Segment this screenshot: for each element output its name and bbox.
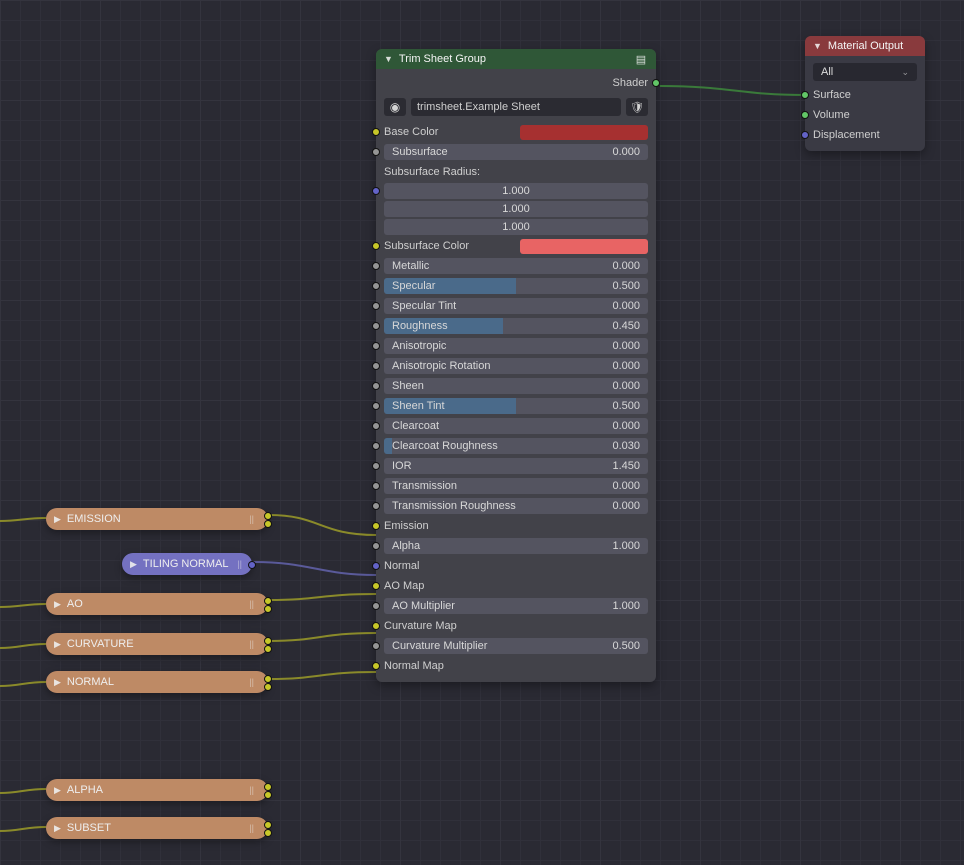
emission-input[interactable]: Emission bbox=[376, 516, 656, 536]
param-anisotropic-rotation[interactable]: Anisotropic Rotation0.000 bbox=[376, 356, 656, 376]
param-field[interactable]: Metallic0.000 bbox=[384, 258, 648, 274]
param-field[interactable]: IOR1.450 bbox=[384, 458, 648, 474]
subsurface-radius-y[interactable]: 1.000 bbox=[384, 201, 648, 217]
subsurface-radius-label: Subsurface Radius: bbox=[376, 162, 656, 182]
node-title: Material Output bbox=[828, 40, 903, 52]
trim-sheet-group-node[interactable]: ▼ Trim Sheet Group ▤ Shader ◉ trimsheet.… bbox=[376, 49, 656, 682]
datablock-name[interactable]: trimsheet.Example Sheet bbox=[411, 98, 621, 116]
param-field[interactable]: Specular0.500 bbox=[384, 278, 648, 294]
expand-icon[interactable]: ▶ bbox=[54, 599, 61, 610]
chevron-down-icon: ⌄ bbox=[901, 67, 909, 78]
curvature-multiplier-field[interactable]: Curvature Multiplier 0.500 bbox=[384, 638, 648, 654]
curvature-node[interactable]: ▶ CURVATURE || bbox=[46, 633, 268, 655]
node-header[interactable]: ▼ Trim Sheet Group ▤ bbox=[376, 49, 656, 69]
alpha-input[interactable]: Alpha 1.000 bbox=[376, 536, 656, 556]
param-field[interactable]: Anisotropic0.000 bbox=[384, 338, 648, 354]
target-select[interactable]: All ⌄ bbox=[813, 63, 917, 81]
emission-node[interactable]: ▶ EMISSION || bbox=[46, 508, 268, 530]
curvature-map-input[interactable]: Curvature Map bbox=[376, 616, 656, 636]
param-field[interactable]: Transmission Roughness0.000 bbox=[384, 498, 648, 514]
param-clearcoat-roughness[interactable]: Clearcoat Roughness0.030 bbox=[376, 436, 656, 456]
param-ior[interactable]: IOR1.450 bbox=[376, 456, 656, 476]
expand-icon[interactable]: ▶ bbox=[54, 639, 61, 650]
expand-icon[interactable]: ▶ bbox=[54, 785, 61, 796]
param-field[interactable]: Specular Tint0.000 bbox=[384, 298, 648, 314]
normal-map-input[interactable]: Normal Map bbox=[376, 656, 656, 676]
displacement-input[interactable]: Displacement bbox=[805, 125, 925, 145]
expand-icon[interactable]: ▶ bbox=[54, 823, 61, 834]
ao-node[interactable]: ▶ AO || bbox=[46, 593, 268, 615]
base-color-swatch[interactable] bbox=[520, 125, 648, 140]
alpha-field[interactable]: Alpha 1.000 bbox=[384, 538, 648, 554]
param-transmission-roughness[interactable]: Transmission Roughness0.000 bbox=[376, 496, 656, 516]
param-field[interactable]: Sheen0.000 bbox=[384, 378, 648, 394]
nodegroup-datablock[interactable]: ◉ trimsheet.Example Sheet 🛡 bbox=[384, 96, 648, 118]
subsurface-radius-x[interactable]: 1.000 bbox=[384, 183, 648, 199]
tiling-normal-node[interactable]: ▶ TILING NORMAL || bbox=[122, 553, 252, 575]
ao-map-input[interactable]: AO Map bbox=[376, 576, 656, 596]
curvature-multiplier-input[interactable]: Curvature Multiplier 0.500 bbox=[376, 636, 656, 656]
param-field[interactable]: Transmission0.000 bbox=[384, 478, 648, 494]
subsurface-input[interactable]: Subsurface 0.000 bbox=[376, 142, 656, 162]
node-title: Trim Sheet Group bbox=[399, 53, 486, 65]
param-roughness[interactable]: Roughness0.450 bbox=[376, 316, 656, 336]
param-field[interactable]: Clearcoat Roughness0.030 bbox=[384, 438, 648, 454]
param-metallic[interactable]: Metallic0.000 bbox=[376, 256, 656, 276]
subsurface-color-input[interactable]: Subsurface Color bbox=[376, 236, 656, 256]
material-output-node[interactable]: ▼ Material Output All ⌄ Surface Volume D… bbox=[805, 36, 925, 151]
subsurface-radius-z[interactable]: 1.000 bbox=[384, 219, 648, 235]
expand-icon[interactable]: ▶ bbox=[54, 514, 61, 525]
param-transmission[interactable]: Transmission0.000 bbox=[376, 476, 656, 496]
base-color-input[interactable]: Base Color bbox=[376, 122, 656, 142]
param-clearcoat[interactable]: Clearcoat0.000 bbox=[376, 416, 656, 436]
nodetree-icon[interactable]: ◉ bbox=[384, 98, 406, 116]
node-options-icon[interactable]: ▤ bbox=[634, 53, 648, 66]
param-specular[interactable]: Specular0.500 bbox=[376, 276, 656, 296]
alpha-node[interactable]: ▶ ALPHA || bbox=[46, 779, 268, 801]
param-specular-tint[interactable]: Specular Tint0.000 bbox=[376, 296, 656, 316]
collapse-icon[interactable]: ▼ bbox=[384, 54, 393, 64]
subsurface-color-swatch[interactable] bbox=[520, 239, 648, 254]
param-sheen[interactable]: Sheen0.000 bbox=[376, 376, 656, 396]
param-field[interactable]: Roughness0.450 bbox=[384, 318, 648, 334]
param-field[interactable]: Anisotropic Rotation0.000 bbox=[384, 358, 648, 374]
param-field[interactable]: Sheen Tint0.500 bbox=[384, 398, 648, 414]
volume-input[interactable]: Volume bbox=[805, 105, 925, 125]
normal-input[interactable]: Normal bbox=[376, 556, 656, 576]
select-value: All bbox=[821, 66, 833, 78]
collapse-icon[interactable]: ▼ bbox=[813, 41, 822, 51]
expand-icon[interactable]: ▶ bbox=[130, 559, 137, 570]
fake-user-icon[interactable]: 🛡 bbox=[626, 98, 648, 116]
normal-node[interactable]: ▶ NORMAL || bbox=[46, 671, 268, 693]
subsurface-field[interactable]: Subsurface 0.000 bbox=[384, 144, 648, 160]
ao-multiplier-input[interactable]: AO Multiplier 1.000 bbox=[376, 596, 656, 616]
shader-output[interactable]: Shader bbox=[376, 73, 656, 93]
param-sheen-tint[interactable]: Sheen Tint0.500 bbox=[376, 396, 656, 416]
ao-multiplier-field[interactable]: AO Multiplier 1.000 bbox=[384, 598, 648, 614]
param-anisotropic[interactable]: Anisotropic0.000 bbox=[376, 336, 656, 356]
node-header[interactable]: ▼ Material Output bbox=[805, 36, 925, 56]
param-field[interactable]: Clearcoat0.000 bbox=[384, 418, 648, 434]
subset-node[interactable]: ▶ SUBSET || bbox=[46, 817, 268, 839]
expand-icon[interactable]: ▶ bbox=[54, 677, 61, 688]
surface-input[interactable]: Surface bbox=[805, 85, 925, 105]
